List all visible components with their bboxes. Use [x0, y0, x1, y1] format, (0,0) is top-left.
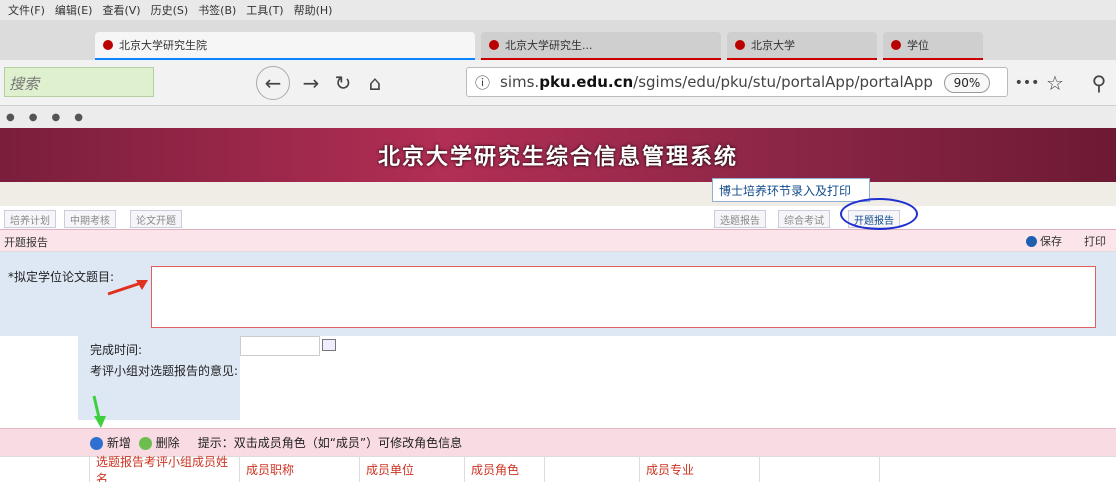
minus-icon	[138, 437, 152, 450]
subtab-item[interactable]: 中期考核	[64, 210, 116, 228]
home-icon: ⌂	[368, 71, 382, 95]
red-arrow-annotation	[107, 280, 148, 296]
column-header[interactable]: 成员职称	[240, 457, 360, 482]
info-icon: ⓘ	[475, 73, 491, 92]
reload-button[interactable]: ↻	[328, 68, 358, 98]
menu-view[interactable]: 查看(V)	[102, 2, 140, 18]
column-header[interactable]: 选题报告考评小组成员姓名	[90, 455, 240, 482]
add-member-button[interactable]: 新增	[90, 434, 131, 451]
tab-title: 北京大学研究生...	[505, 39, 593, 52]
plus-icon	[90, 437, 103, 450]
column-header[interactable]	[760, 457, 880, 482]
bookmark-item[interactable]: ●	[51, 112, 60, 123]
print-button[interactable]: 打印	[1084, 233, 1106, 249]
home-button[interactable]: ⌂	[360, 68, 390, 98]
toolbar-title: 开题报告	[4, 236, 48, 249]
menu-history[interactable]: 历史(S)	[151, 2, 189, 18]
banner-title: 北京大学研究生综合信息管理系统	[377, 144, 738, 170]
more-button[interactable]: •••	[1012, 68, 1042, 98]
opinion-input[interactable]	[240, 358, 1116, 420]
bookmark-star-icon[interactable]: ☆	[1040, 68, 1070, 98]
bookmark-item[interactable]: ●	[29, 112, 38, 123]
tab-bar: 北京大学研究生院 北京大学研究生... 北京大学 学位	[0, 20, 1116, 60]
reload-icon: ↻	[334, 71, 352, 95]
bookmark-item[interactable]: ●	[6, 112, 15, 123]
browser-tab[interactable]: 学位	[883, 32, 983, 60]
search-icon[interactable]: ⚲	[1084, 68, 1114, 98]
column-header[interactable]	[545, 457, 640, 482]
thesis-title-input[interactable]	[151, 266, 1096, 328]
arrow-right-icon: →	[302, 71, 320, 95]
column-header[interactable]: 成员角色	[465, 457, 545, 482]
menu-tools[interactable]: 工具(T)	[246, 2, 283, 18]
menu-bookmarks[interactable]: 书签(B)	[198, 2, 236, 18]
subtab-item[interactable]: 培养计划	[4, 210, 56, 228]
navigation-bar: 搜索 ← → ↻ ⌂ ⓘ sims.pku.edu.cn/sgims/edu/p…	[0, 60, 1116, 106]
arrow-left-icon: ←	[264, 71, 282, 95]
save-button[interactable]: 保存	[1026, 233, 1062, 249]
subtabs-row: 培养计划 中期考核 论文开题 选题报告 综合考试 开题报告	[0, 206, 1116, 230]
members-table-header: 选题报告考评小组成员姓名 成员职称 成员单位 成员角色 成员专业	[0, 455, 1116, 482]
menu-bar: 文件(F) 编辑(E) 查看(V) 历史(S) 书签(B) 工具(T) 帮助(H…	[0, 0, 1116, 20]
bookmark-item[interactable]: ●	[74, 112, 83, 123]
favicon-icon	[735, 40, 745, 50]
header-spacer	[0, 457, 90, 482]
menu-edit[interactable]: 编辑(E)	[55, 2, 93, 18]
green-arrow-annotation	[92, 395, 106, 428]
subtab-item[interactable]: 论文开题	[130, 210, 182, 228]
calendar-icon[interactable]	[322, 339, 336, 351]
form-toolbar: 开题报告 保存 打印	[0, 230, 1116, 252]
zoom-indicator[interactable]: 90%	[944, 73, 990, 93]
opinion-label: 考评小组对选题报告的意见:	[90, 364, 239, 378]
subtab-item[interactable]: 选题报告	[714, 210, 766, 228]
favicon-icon	[103, 40, 113, 50]
search-input[interactable]: 搜索	[4, 67, 154, 97]
app-banner: 北京大学研究生综合信息管理系统	[0, 128, 1116, 182]
browser-tab[interactable]: 北京大学研究生...	[481, 32, 721, 60]
title-label: *拟定学位论文题目:	[8, 270, 115, 284]
highlight-annotation	[840, 198, 918, 230]
tab-title: 学位	[907, 39, 929, 52]
menu-file[interactable]: 文件(F)	[8, 2, 45, 18]
date-input[interactable]	[240, 336, 320, 356]
forward-button[interactable]: →	[296, 68, 326, 98]
favicon-icon	[891, 40, 901, 50]
back-button[interactable]: ←	[256, 66, 290, 100]
column-header[interactable]: 成员单位	[360, 457, 465, 482]
url-bar[interactable]: ⓘ sims.pku.edu.cn/sgims/edu/pku/stu/port…	[466, 67, 1008, 97]
url-text: sims.pku.edu.cn/sgims/edu/pku/stu/portal…	[500, 73, 933, 91]
tab-title: 北京大学	[751, 39, 795, 52]
browser-tab-active[interactable]: 北京大学研究生院	[95, 32, 475, 60]
favicon-icon	[489, 40, 499, 50]
module-tab[interactable]: 博士培养环节录入及打印	[712, 178, 870, 202]
delete-member-button[interactable]: 删除	[138, 434, 180, 451]
date-label: 完成时间:	[90, 343, 143, 357]
tab-title: 北京大学研究生院	[119, 39, 207, 52]
save-icon	[1026, 235, 1037, 247]
column-header[interactable]: 成员专业	[640, 457, 760, 482]
browser-tab[interactable]: 北京大学	[727, 32, 877, 60]
hint-text: 提示：双击成员角色（如“成员”）可修改角色信息	[197, 436, 463, 450]
subtab-item[interactable]: 综合考试	[778, 210, 830, 228]
menu-help[interactable]: 帮助(H)	[294, 2, 333, 18]
bookmarks-bar: ● ● ● ●	[0, 106, 1116, 128]
